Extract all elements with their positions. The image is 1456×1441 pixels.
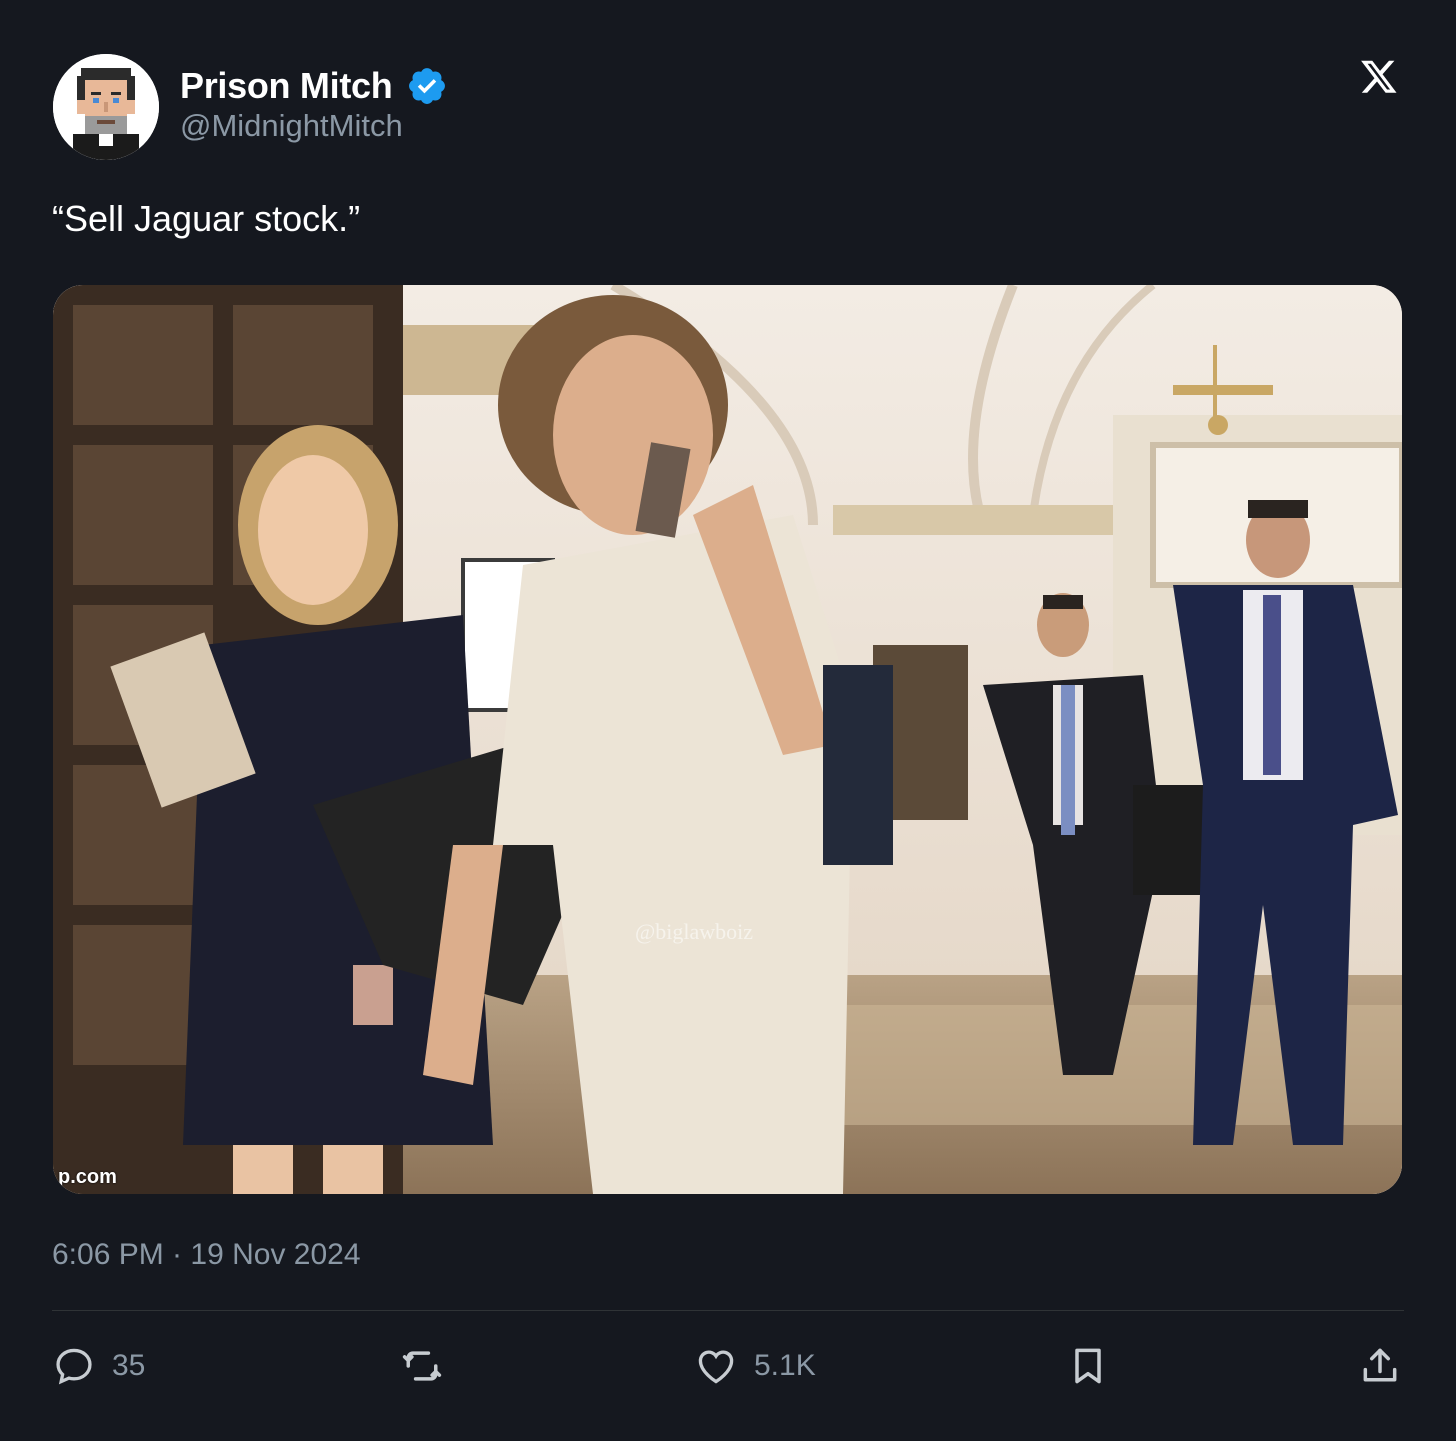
heart-icon (698, 1350, 734, 1384)
reply-count: 35 (112, 1349, 146, 1382)
photo-media-icon (53, 285, 1402, 1194)
tweet-timestamp[interactable]: 6:06 PM · 19 Nov 2024 (52, 1238, 361, 1272)
divider (52, 1310, 1404, 1311)
x-logo-icon[interactable] (1350, 56, 1402, 106)
photo-corner-text: p.com (58, 1166, 117, 1188)
reply-button[interactable]: 35 (52, 1342, 145, 1390)
like-count: 5.1K (754, 1349, 816, 1382)
tweet-text: “Sell Jaguar stock.” (52, 198, 361, 239)
photo-watermark: @biglawboiz (635, 919, 754, 944)
share-button[interactable] (1358, 1342, 1402, 1390)
pixel-portrait-avatar-icon (53, 54, 159, 160)
bookmark-button[interactable] (1066, 1342, 1110, 1390)
tweet-card: Prison Mitch @MidnightMitch “Sell Jaguar… (0, 0, 1456, 1441)
bookmark-icon (1075, 1348, 1101, 1384)
like-button[interactable]: 5.1K (694, 1342, 816, 1390)
avatar[interactable] (53, 54, 159, 160)
reply-icon (56, 1348, 92, 1385)
author-handle[interactable]: @MidnightMitch (180, 108, 403, 144)
verified-badge-icon (409, 68, 446, 104)
tweet-photo[interactable]: p.com @biglawboiz (53, 285, 1402, 1194)
author-name-row[interactable]: Prison Mitch (180, 64, 448, 108)
retweet-button[interactable] (400, 1342, 444, 1390)
share-icon (1363, 1348, 1397, 1382)
retweet-icon (402, 1351, 442, 1381)
display-name[interactable]: Prison Mitch (180, 65, 393, 107)
